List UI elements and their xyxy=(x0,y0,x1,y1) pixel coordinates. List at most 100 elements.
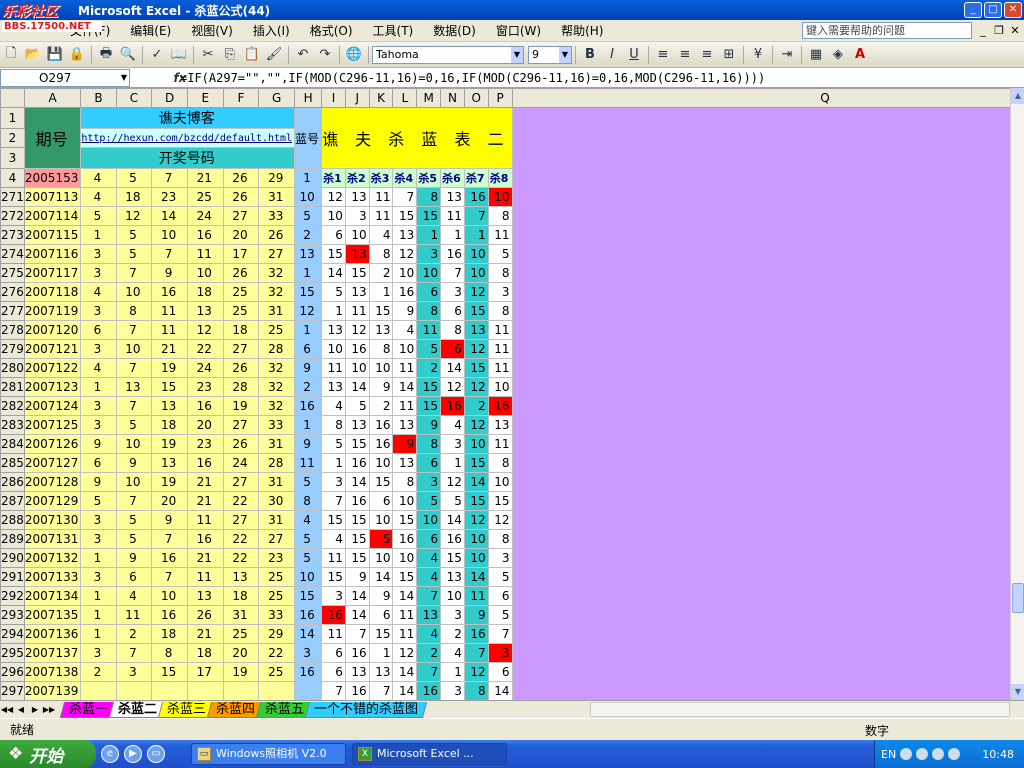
kill-value-cell[interactable]: 15 xyxy=(368,301,394,321)
kill-value-cell[interactable]: 2 xyxy=(368,263,394,283)
row-header[interactable]: 280 xyxy=(0,358,25,378)
maximize-button[interactable]: □ xyxy=(984,2,1002,18)
draw-number-cell[interactable]: 27 xyxy=(258,244,296,264)
blue-number-cell[interactable] xyxy=(294,681,323,700)
row-header[interactable]: 277 xyxy=(0,301,25,321)
blog-url-link[interactable]: http://hexun.com/bzcdd/default.html xyxy=(80,128,296,148)
draw-number-cell[interactable]: 3 xyxy=(80,263,117,283)
draw-number-cell[interactable]: 3 xyxy=(80,567,117,587)
draw-number-cell[interactable]: 14 xyxy=(151,206,188,226)
draw-number-cell[interactable]: 7 xyxy=(151,244,188,264)
draw-number-cell[interactable]: 7 xyxy=(115,491,153,511)
kill-value-cell[interactable]: 7 xyxy=(463,206,489,226)
kill-value-cell[interactable]: 9 xyxy=(463,605,489,625)
kill-value-cell[interactable]: 12 xyxy=(463,282,489,302)
period-cell[interactable]: 2007115 xyxy=(23,225,82,245)
menu-tools[interactable]: 工具(T) xyxy=(363,20,424,42)
period-cell[interactable]: 2007126 xyxy=(23,434,82,454)
kill-value-cell[interactable]: 12 xyxy=(344,320,370,340)
period-cell[interactable]: 2007134 xyxy=(23,586,82,606)
kill-value-cell[interactable]: 13 xyxy=(368,662,394,682)
scroll-down-icon[interactable]: ▼ xyxy=(1011,684,1024,700)
column-header-B[interactable]: B xyxy=(80,88,117,108)
kill-value-cell[interactable]: 13 xyxy=(440,187,465,207)
draw-number-cell[interactable]: 23 xyxy=(151,187,188,207)
draw-number-cell[interactable]: 13 xyxy=(151,453,188,473)
draw-number-cell[interactable]: 9 xyxy=(151,510,188,530)
kill-value-cell[interactable]: 8 xyxy=(487,206,513,226)
row-header[interactable]: 4 xyxy=(0,168,25,188)
kill-value-cell[interactable]: 8 xyxy=(416,301,442,321)
row-header[interactable]: 289 xyxy=(0,529,25,549)
kill-value-cell[interactable]: 2 xyxy=(416,358,442,378)
kill-value-cell[interactable]: 12 xyxy=(392,244,418,264)
kill-value-cell[interactable]: 1 xyxy=(321,301,346,321)
draw-number-cell[interactable]: 3 xyxy=(80,529,117,549)
kill-value-cell[interactable]: 14 xyxy=(392,586,418,606)
draw-number-cell[interactable]: 25 xyxy=(258,320,296,340)
research-icon[interactable]: 📖 xyxy=(169,45,189,65)
kill-header-5[interactable]: 杀5 xyxy=(416,168,442,188)
row-header[interactable]: 292 xyxy=(0,586,25,606)
draw-number-cell[interactable]: 28 xyxy=(258,339,296,359)
row-header[interactable]: 273 xyxy=(0,225,25,245)
kill-value-cell[interactable]: 3 xyxy=(321,586,346,606)
row-header[interactable]: 285 xyxy=(0,453,25,473)
indent-icon[interactable]: ⇥ xyxy=(777,45,797,65)
draw-number-cell[interactable]: 23 xyxy=(258,548,296,568)
period-cell[interactable]: 2007123 xyxy=(23,377,82,397)
draw-number-cell[interactable]: 18 xyxy=(151,624,188,644)
blue-number-cell[interactable]: 2 xyxy=(294,225,323,245)
draw-number-cell[interactable]: 16 xyxy=(151,282,188,302)
blue-number-cell[interactable]: 8 xyxy=(294,491,323,511)
kill-value-cell[interactable]: 10 xyxy=(487,472,513,492)
kill-header-7[interactable]: 杀7 xyxy=(463,168,489,188)
draw-number-cell[interactable]: 7 xyxy=(115,396,153,416)
draw-number-cell[interactable]: 31 xyxy=(258,434,296,454)
kill-value-cell[interactable]: 7 xyxy=(416,586,442,606)
draw-number-cell[interactable]: 3 xyxy=(80,415,117,435)
kill-value-cell[interactable]: 7 xyxy=(416,662,442,682)
kill-value-cell[interactable]: 14 xyxy=(487,681,513,700)
kill-value-cell[interactable]: 13 xyxy=(392,453,418,473)
draw-number-cell[interactable]: 10 xyxy=(151,586,188,606)
kill-value-cell[interactable]: 15 xyxy=(416,206,442,226)
kill-value-cell[interactable]: 16 xyxy=(344,681,370,700)
column-header-E[interactable]: E xyxy=(186,88,224,108)
blue-number-cell[interactable]: 1 xyxy=(294,320,323,340)
kill-value-cell[interactable]: 10 xyxy=(463,244,489,264)
kill-value-cell[interactable]: 10 xyxy=(463,529,489,549)
bold-button[interactable]: B xyxy=(580,45,600,65)
kill-value-cell[interactable]: 16 xyxy=(344,453,370,473)
draw-number-cell[interactable]: 29 xyxy=(258,168,296,188)
kill-value-cell[interactable]: 8 xyxy=(321,415,346,435)
kill-header-4[interactable]: 杀4 xyxy=(392,168,418,188)
draw-number-cell[interactable]: 18 xyxy=(186,282,224,302)
doc-minimize-icon[interactable]: _ xyxy=(976,24,990,38)
kill-value-cell[interactable]: 10 xyxy=(368,548,394,568)
period-cell[interactable]: 2007137 xyxy=(23,643,82,663)
column-header-P[interactable]: P xyxy=(487,88,513,108)
period-cell[interactable]: 2007139 xyxy=(23,681,82,700)
draw-number-cell[interactable]: 10 xyxy=(115,434,153,454)
doc-restore-icon[interactable]: ❐ xyxy=(992,24,1006,38)
row-header[interactable]: 281 xyxy=(0,377,25,397)
kill-value-cell[interactable]: 15 xyxy=(392,206,418,226)
draw-number-cell[interactable]: 21 xyxy=(151,339,188,359)
draw-number-cell[interactable]: 33 xyxy=(258,605,296,625)
draw-number-cell[interactable]: 5 xyxy=(115,529,153,549)
align-right-icon[interactable]: ≡ xyxy=(697,45,717,65)
draw-number-cell[interactable]: 5 xyxy=(115,168,153,188)
row-header[interactable]: 297 xyxy=(0,681,25,700)
draw-number-cell[interactable]: 9 xyxy=(115,548,153,568)
draw-number-cell[interactable]: 26 xyxy=(222,434,260,454)
kill-value-cell[interactable]: 8 xyxy=(416,434,442,454)
kill-value-cell[interactable]: 14 xyxy=(440,358,465,378)
draw-number-cell[interactable]: 11 xyxy=(151,301,188,321)
kill-value-cell[interactable]: 15 xyxy=(440,548,465,568)
draw-number-cell[interactable]: 16 xyxy=(186,396,224,416)
kill-value-cell[interactable]: 4 xyxy=(416,624,442,644)
kill-value-cell[interactable]: 6 xyxy=(440,301,465,321)
kill-value-cell[interactable]: 6 xyxy=(416,453,442,473)
draw-number-cell[interactable]: 4 xyxy=(80,358,117,378)
